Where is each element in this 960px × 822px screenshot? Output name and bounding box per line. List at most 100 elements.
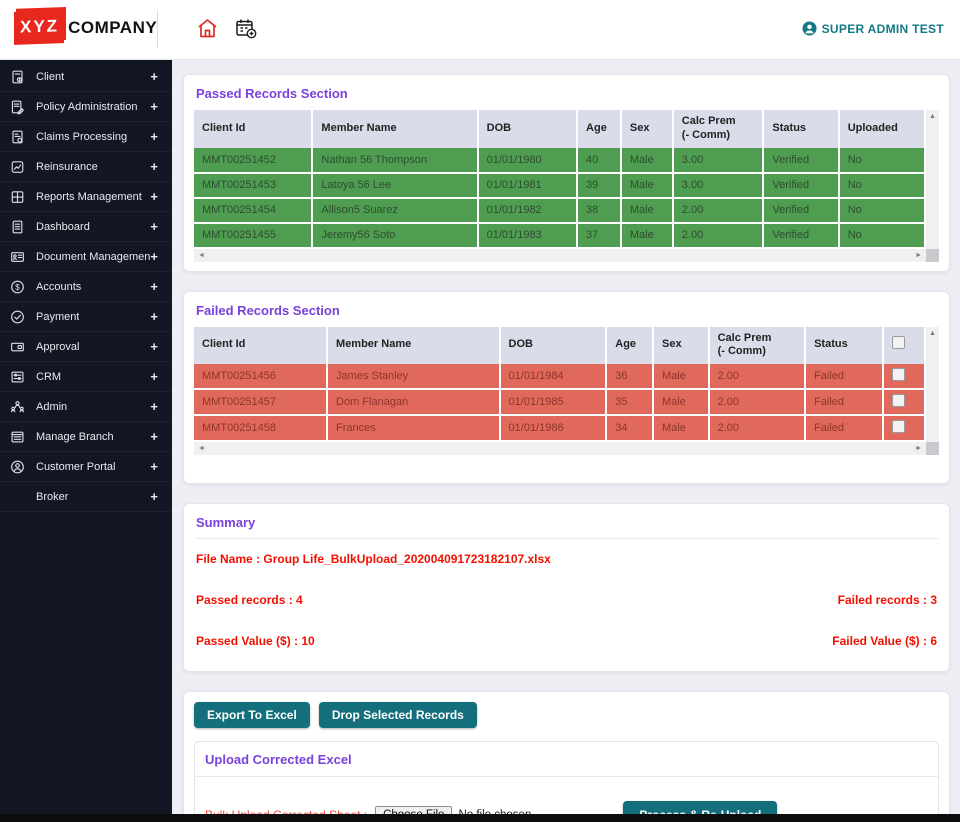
claims-processing-icon [10, 129, 27, 145]
user-name-label: SUPER ADMIN TEST [821, 21, 944, 36]
table-cell: Male [653, 364, 710, 390]
summary-file-name: File Name : Group Life_BulkUpload_202004… [196, 552, 551, 566]
sidebar-item-accounts[interactable]: $ Accounts + [0, 272, 172, 302]
sidebar-item-crm[interactable]: CRM + [0, 362, 172, 392]
table-cell: Verified [763, 147, 840, 174]
export-to-excel-button[interactable]: Export To Excel [194, 702, 310, 728]
row-select-cell [882, 364, 927, 390]
expand-plus-icon[interactable]: + [150, 189, 158, 204]
sidebar-item-label: Reinsurance [36, 160, 98, 173]
sidebar-item-label: Approval [36, 340, 80, 353]
table-row: MMT00251456 James Stanley 01/01/1984 36 Male… [194, 364, 927, 390]
expand-plus-icon[interactable]: + [150, 369, 158, 384]
expand-plus-icon[interactable]: + [150, 249, 158, 264]
table-cell: 3.00 [672, 147, 765, 174]
row-select-checkbox[interactable] [891, 394, 905, 407]
vertical-scrollbar[interactable]: ▲ [926, 326, 939, 442]
row-select-checkbox[interactable] [891, 420, 905, 433]
scroll-right-icon[interactable]: ► [915, 445, 922, 452]
sidebar-item-client[interactable]: Client + [0, 62, 172, 92]
sidebar-item-admin[interactable]: Admin + [0, 392, 172, 422]
table-cell: No [838, 147, 927, 174]
column-header: Status [805, 326, 884, 364]
sidebar-item-claims-processing[interactable]: Claims Processing + [0, 122, 172, 152]
table-cell: Failed [805, 415, 884, 442]
column-header: Sex [620, 110, 674, 148]
expand-plus-icon[interactable]: + [150, 129, 158, 144]
column-header: Age [606, 326, 655, 364]
sidebar-item-manage-branch[interactable]: Manage Branch + [0, 422, 172, 452]
sidebar-item-label: Claims Processing [36, 130, 128, 143]
calendar-add-icon[interactable] [234, 17, 258, 40]
sidebar-item-payment[interactable]: Payment + [0, 302, 172, 332]
bottom-black-strip [0, 814, 960, 822]
svg-text:$: $ [15, 282, 20, 291]
expand-plus-icon[interactable]: + [150, 99, 158, 114]
table-cell: 34 [606, 415, 655, 442]
table-cell: 2.00 [708, 364, 807, 390]
column-header: Client Id [194, 326, 329, 364]
sidebar-item-label: Broker [36, 490, 69, 503]
sidebar-item-approval[interactable]: Approval + [0, 332, 172, 362]
app-window: XYZ COMPANY SUPER ADMIN TEST Client + Po… [0, 0, 960, 822]
summary-failed-records: Failed records : 3 [837, 593, 937, 607]
crm-icon [10, 369, 27, 385]
table-row: MMT00251455 Jeremy56 Soto 01/01/1983 37 Male… [194, 222, 927, 249]
table-cell: 36 [606, 364, 655, 390]
row-select-checkbox[interactable] [891, 368, 905, 381]
home-icon[interactable] [196, 17, 219, 40]
sidebar-item-document-management[interactable]: Document Management + [0, 242, 172, 272]
table-cell: No [838, 197, 927, 224]
expand-plus-icon[interactable]: + [150, 69, 158, 84]
drop-selected-records-button[interactable]: Drop Selected Records [318, 702, 477, 728]
table-cell: 2.00 [672, 222, 765, 249]
reinsurance-icon [10, 159, 27, 175]
column-header: Status [763, 110, 840, 148]
table-cell: MMT00251455 [194, 222, 314, 249]
vertical-scrollbar[interactable]: ▲ [926, 110, 939, 249]
scroll-right-icon[interactable]: ► [915, 252, 922, 259]
expand-plus-icon[interactable]: + [150, 429, 158, 444]
admin-icon [10, 399, 27, 415]
no-icon [10, 489, 27, 505]
scroll-left-icon[interactable]: ◄ [198, 252, 205, 259]
table-cell: Jeremy56 Soto [312, 222, 479, 249]
policy-administration-icon [10, 99, 27, 115]
table-cell: 01/01/1985 [499, 389, 608, 416]
expand-plus-icon[interactable]: + [150, 399, 158, 414]
expand-plus-icon[interactable]: + [150, 339, 158, 354]
scroll-left-icon[interactable]: ◄ [198, 445, 205, 452]
expand-plus-icon[interactable]: + [150, 309, 158, 324]
reports-management-icon [10, 189, 27, 205]
expand-plus-icon[interactable]: + [150, 219, 158, 234]
sidebar-item-broker[interactable]: Broker + [0, 482, 172, 512]
user-menu[interactable]: SUPER ADMIN TEST [802, 21, 944, 36]
sidebar-item-reports-management[interactable]: Reports Management + [0, 182, 172, 212]
payment-icon [10, 309, 27, 325]
top-bar: XYZ COMPANY SUPER ADMIN TEST [0, 0, 960, 60]
expand-plus-icon[interactable]: + [150, 459, 158, 474]
expand-plus-icon[interactable]: + [150, 159, 158, 174]
table-cell: MMT00251452 [194, 147, 314, 174]
table-cell: 2.00 [672, 197, 765, 224]
column-header: Age [577, 110, 622, 148]
expand-plus-icon[interactable]: + [150, 279, 158, 294]
sidebar-item-dashboard[interactable]: Dashboard + [0, 212, 172, 242]
column-header: Client Id [194, 110, 314, 148]
horizontal-scrollbar[interactable]: ◄ ► [194, 442, 926, 455]
table-row: MMT00251453 Latoya 56 Lee 01/01/1981 39 Male… [194, 172, 927, 199]
table-cell: 01/01/1980 [477, 147, 579, 174]
sidebar-item-customer-portal[interactable]: Customer Portal + [0, 452, 172, 482]
sidebar-item-policy-administration[interactable]: Policy Administration + [0, 92, 172, 122]
column-header: DOB [499, 326, 608, 364]
select-all-checkbox[interactable] [891, 336, 905, 350]
expand-plus-icon[interactable]: + [150, 489, 158, 504]
upload-actions-card: Export To Excel Drop Selected Records Up… [183, 691, 950, 822]
horizontal-scrollbar[interactable]: ◄ ► [194, 248, 926, 262]
summary-title: Summary [196, 515, 939, 539]
table-cell: Male [620, 147, 674, 174]
sidebar-item-reinsurance[interactable]: Reinsurance + [0, 152, 172, 182]
client-icon [10, 69, 27, 85]
summary-passed-value: Passed Value ($) : 10 [196, 634, 315, 648]
user-avatar-icon [802, 21, 817, 36]
